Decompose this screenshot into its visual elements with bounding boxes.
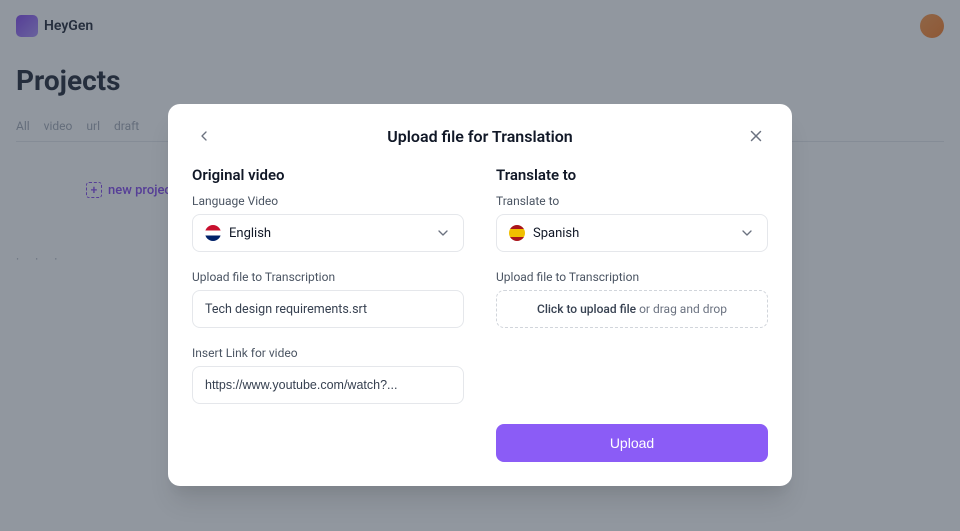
modal-overlay: Upload file for Translation Original vid… <box>0 0 960 531</box>
original-video-column: Original video Language Video English Up… <box>192 166 464 462</box>
link-label: Insert Link for video <box>192 346 464 360</box>
flag-es-icon <box>509 225 525 241</box>
video-link-input[interactable] <box>192 366 464 404</box>
dropzone-click-text: Click to upload file <box>537 302 636 316</box>
original-language-value: English <box>229 226 427 241</box>
original-file-display[interactable]: Tech design requirements.srt <box>192 290 464 328</box>
target-upload-label: Upload file to Transcription <box>496 270 768 284</box>
upload-button[interactable]: Upload <box>496 424 768 462</box>
upload-modal: Upload file for Translation Original vid… <box>168 104 792 486</box>
back-button[interactable] <box>192 124 216 148</box>
translate-to-label: Translate to <box>496 194 768 208</box>
original-file-name: Tech design requirements.srt <box>205 302 367 317</box>
target-language-select[interactable]: Spanish <box>496 214 768 252</box>
flag-uk-icon <box>205 225 221 241</box>
close-icon <box>747 127 765 145</box>
modal-title: Upload file for Translation <box>216 127 744 146</box>
dropzone-drag-text: or drag and drop <box>636 302 727 316</box>
original-language-select[interactable]: English <box>192 214 464 252</box>
language-video-label: Language Video <box>192 194 464 208</box>
chevron-down-icon <box>435 225 451 241</box>
original-section-title: Original video <box>192 166 464 184</box>
target-language-value: Spanish <box>533 226 731 241</box>
translate-section-title: Translate to <box>496 166 768 184</box>
chevron-down-icon <box>739 225 755 241</box>
close-button[interactable] <box>744 124 768 148</box>
modal-header: Upload file for Translation <box>192 124 768 148</box>
chevron-left-icon <box>196 128 212 144</box>
target-dropzone[interactable]: Click to upload file or drag and drop <box>496 290 768 328</box>
translate-to-column: Translate to Translate to Spanish Upload… <box>496 166 768 462</box>
modal-body: Original video Language Video English Up… <box>192 166 768 462</box>
original-upload-label: Upload file to Transcription <box>192 270 464 284</box>
spacer <box>496 346 768 424</box>
